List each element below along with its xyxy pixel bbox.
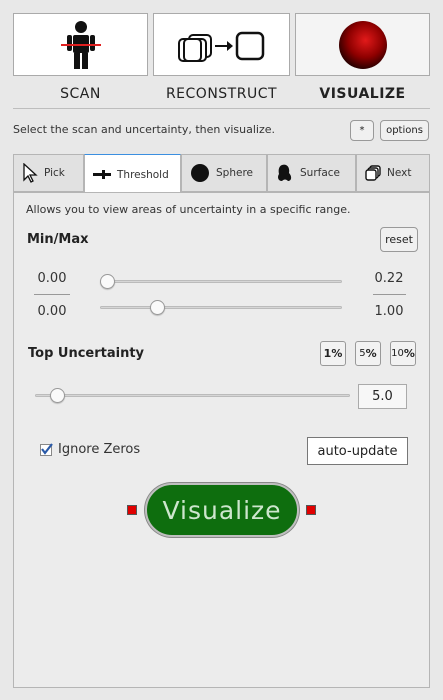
- max-slider-thumb[interactable]: [149, 300, 165, 315]
- pct-10-number: 10: [391, 348, 404, 359]
- tab-surface[interactable]: Surface: [267, 154, 356, 192]
- tab-pick-label: Pick: [44, 167, 65, 179]
- threshold-description: Allows you to view areas of uncertainty …: [26, 203, 351, 216]
- next-icon: [365, 165, 381, 181]
- pct-10-symbol: %: [403, 347, 415, 360]
- tab-sphere[interactable]: Sphere: [181, 154, 267, 192]
- tab-threshold-label: Threshold: [117, 168, 169, 181]
- top-uncertainty-title: Top Uncertainty: [28, 346, 145, 361]
- min-slider-thumb[interactable]: [100, 274, 115, 289]
- options-button[interactable]: options: [380, 120, 429, 141]
- max-slider-track[interactable]: [100, 306, 342, 309]
- left-status-indicator: [127, 505, 137, 515]
- max-high-value: 1.00: [374, 304, 404, 319]
- top-uncertainty-value-field[interactable]: 5.0: [358, 384, 407, 409]
- star-button[interactable]: *: [350, 120, 374, 141]
- reconstruct-icon: [177, 31, 264, 62]
- ignore-zeros-checkbox[interactable]: [40, 443, 53, 456]
- top-uncertainty-slider-track[interactable]: [35, 394, 350, 397]
- reset-button[interactable]: reset: [380, 227, 418, 252]
- right-status-indicator: [306, 505, 316, 515]
- reconstruct-mode-label: RECONSTRUCT: [165, 86, 278, 102]
- visualize-sphere-icon: [338, 20, 387, 69]
- pct-1-number: 1: [323, 347, 332, 360]
- instruction-text: Select the scan and uncertainty, then vi…: [13, 123, 276, 136]
- pct-1-button[interactable]: 1%: [320, 341, 346, 366]
- reconstruct-mode-button[interactable]: [153, 13, 290, 76]
- minmax-title: Min/Max: [27, 232, 89, 247]
- tab-pick[interactable]: Pick: [13, 154, 84, 192]
- tool-tabs: Pick Threshold Sphere Surface Next: [13, 154, 430, 194]
- cursor-icon: [23, 163, 38, 183]
- tab-surface-label: Surface: [300, 167, 341, 179]
- person-scan-icon: [60, 20, 101, 69]
- pct-10-button[interactable]: 10%: [390, 341, 416, 366]
- threshold-icon: [93, 169, 111, 179]
- min-high-underline: [373, 294, 406, 295]
- min-low-value: 0.00: [37, 271, 67, 286]
- checkmark-icon: [41, 443, 53, 455]
- visualize-mode-button[interactable]: [295, 13, 430, 76]
- scan-mode-button[interactable]: [13, 13, 148, 76]
- min-slider-track[interactable]: [100, 280, 342, 283]
- pct-5-button[interactable]: 5%: [355, 341, 381, 366]
- surface-icon: [278, 164, 292, 181]
- pct-1-symbol: %: [331, 347, 343, 360]
- scan-mode-label: SCAN: [60, 86, 101, 102]
- min-high-value: 0.22: [374, 271, 404, 286]
- visualize-button[interactable]: Visualize: [145, 483, 299, 537]
- tab-next[interactable]: Next: [356, 154, 430, 192]
- pct-5-symbol: %: [365, 347, 377, 360]
- min-low-underline: [34, 294, 70, 295]
- header-divider: [13, 108, 430, 109]
- sphere-icon: [191, 164, 209, 182]
- auto-update-toggle[interactable]: auto-update: [307, 437, 408, 465]
- max-low-value: 0.00: [37, 304, 67, 319]
- top-uncertainty-slider-thumb[interactable]: [50, 388, 65, 403]
- visualize-mode-label: VISUALIZE: [319, 86, 406, 102]
- tab-sphere-label: Sphere: [216, 167, 253, 179]
- tab-threshold[interactable]: Threshold: [84, 154, 181, 194]
- tab-next-label: Next: [387, 167, 412, 179]
- ignore-zeros-label: Ignore Zeros: [58, 442, 141, 457]
